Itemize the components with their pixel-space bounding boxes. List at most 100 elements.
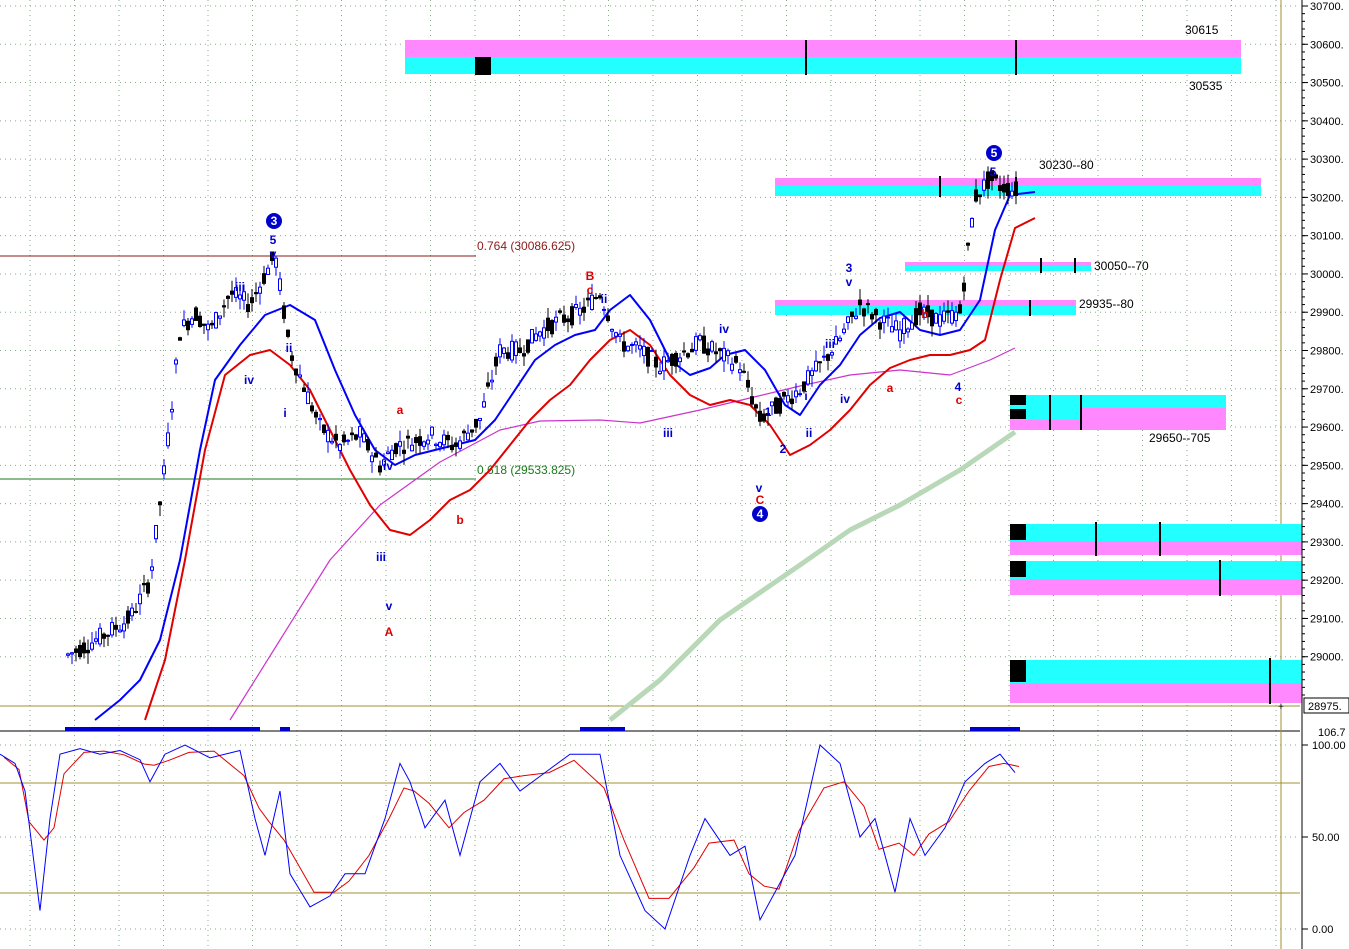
candle-body <box>774 397 778 414</box>
candle-body <box>718 348 722 352</box>
candle-body <box>826 354 830 361</box>
candle-body <box>386 451 390 454</box>
price-tick-label: 30700. <box>1310 1 1344 13</box>
candle-body <box>914 308 918 326</box>
wave-label: ii <box>806 426 813 440</box>
wave-label: 1 <box>765 405 772 419</box>
candle-body <box>162 465 166 475</box>
candle-body <box>446 435 450 441</box>
price-tick-label: 30500. <box>1310 78 1344 90</box>
candle-body <box>682 350 686 353</box>
candle-body <box>726 350 730 357</box>
candle-body <box>158 501 162 506</box>
candle-body <box>978 194 982 198</box>
wave-label: iii <box>235 280 245 294</box>
candle-body <box>842 328 846 334</box>
candle-body <box>742 370 746 373</box>
ma-magenta <box>229 347 1016 721</box>
zone-label: 30615 <box>1185 23 1219 37</box>
candle-body <box>262 273 266 284</box>
candle-body <box>546 317 550 332</box>
signal-bar <box>280 727 290 731</box>
candle-body <box>982 179 986 191</box>
candle-body <box>206 323 210 331</box>
candle-body <box>602 308 606 311</box>
fib-lines: 0.764 (30086.625) 0.618 (29533.825) <box>0 239 575 480</box>
candle-body <box>422 441 426 447</box>
candle-body <box>530 328 534 344</box>
wave-labels: 35viiiiviiiiviiivAabBciiiiiivvC412iiiiii… <box>235 145 1002 639</box>
candle-body <box>666 360 670 363</box>
signal-bar <box>580 727 625 731</box>
candle-body <box>1002 183 1006 193</box>
candle-body <box>170 408 174 413</box>
signal-bar <box>970 727 1020 731</box>
candle-body <box>186 320 190 331</box>
wave-label: iv <box>383 459 393 473</box>
candle-body <box>506 352 510 359</box>
candle-body <box>786 395 790 403</box>
candle-body <box>402 449 406 454</box>
price-chart[interactable]: 30615 30535 30230--80 30050--70 29935--80 296… <box>0 0 1349 949</box>
last-price-label: 28975. <box>1308 701 1342 713</box>
candle-body <box>98 627 102 645</box>
candle-body <box>878 322 882 330</box>
candle-body <box>634 341 638 346</box>
osc-tick-label: 50.00 <box>1312 832 1340 844</box>
wave-label: 5 <box>270 233 277 247</box>
candle-body <box>874 309 878 316</box>
wave-label: a <box>887 381 894 395</box>
candle-body <box>434 443 438 446</box>
wave-label: 4 <box>757 507 764 521</box>
wave-label: ii <box>601 292 608 306</box>
candle-body <box>226 295 230 299</box>
price-tick-label: 30000. <box>1310 269 1344 281</box>
candle-body <box>862 308 866 317</box>
candle-body <box>438 442 442 448</box>
candle-body <box>202 323 206 326</box>
candle-body <box>190 318 194 325</box>
candle-body <box>298 374 302 378</box>
wave-label: v <box>846 275 853 289</box>
price-tick-label: 29200. <box>1310 575 1344 587</box>
candle-body <box>838 337 842 342</box>
candle-body <box>846 316 850 323</box>
wave-label: 5 <box>991 146 998 160</box>
candle-body <box>610 328 614 332</box>
candle-body <box>230 290 234 295</box>
candle-body <box>706 348 710 356</box>
wave-label: iv <box>244 373 254 387</box>
candle-body <box>866 303 870 306</box>
wave-label: iii <box>825 337 835 351</box>
wave-label: iii <box>663 426 673 440</box>
candle-body <box>490 379 494 383</box>
candle-body <box>714 351 718 355</box>
candle-body <box>962 282 966 292</box>
candle-body <box>502 347 506 354</box>
fib-label: 0.618 (29533.825) <box>477 463 575 477</box>
candle-body <box>466 432 470 441</box>
candle-body <box>690 348 694 353</box>
candle-body <box>442 434 446 446</box>
zone-marker <box>1010 395 1026 405</box>
candle-body <box>790 398 794 405</box>
candle-body <box>638 345 642 350</box>
candle-body <box>930 309 934 327</box>
candle-body <box>378 465 382 473</box>
price-tick-label: 30600. <box>1310 39 1344 51</box>
candle-body <box>966 242 970 246</box>
candle-body <box>70 652 74 655</box>
zone-marker <box>1010 409 1026 419</box>
candle-body <box>214 312 218 329</box>
candle-body <box>626 345 630 352</box>
candle-body <box>746 379 750 388</box>
candle-body <box>974 189 978 202</box>
candle-body <box>322 424 326 434</box>
price-tick-label: 29100. <box>1310 613 1344 625</box>
candle-body <box>494 356 498 367</box>
candle-body <box>478 417 482 421</box>
candle-body <box>810 370 814 376</box>
candle-body <box>410 444 414 452</box>
candle-body <box>222 305 226 308</box>
price-tick-label: 30100. <box>1310 231 1344 243</box>
